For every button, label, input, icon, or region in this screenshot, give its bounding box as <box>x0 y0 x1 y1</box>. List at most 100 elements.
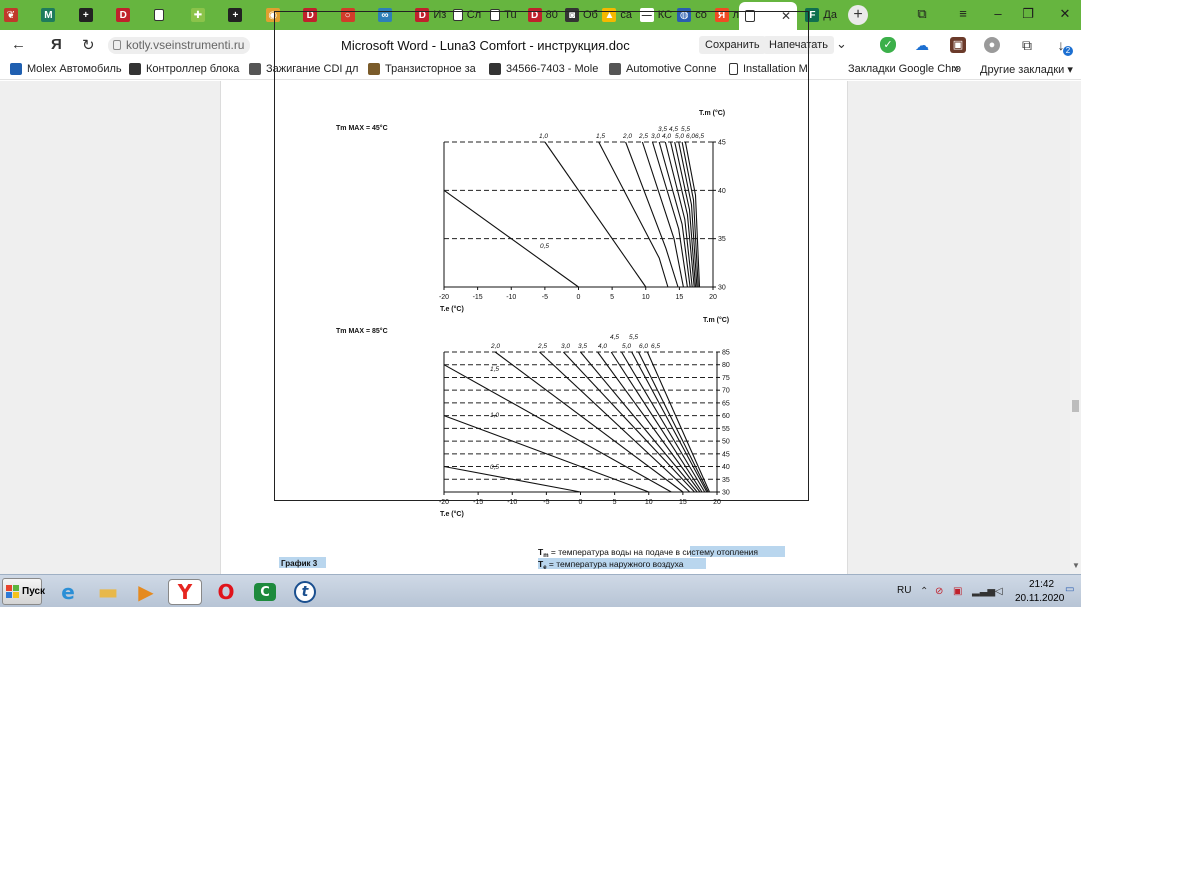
clock-time[interactable]: 21:42 <box>1029 579 1054 590</box>
series-label: 4,0 <box>598 343 607 350</box>
series-label: 0,5 <box>490 464 499 471</box>
series-label: 1,0 <box>539 133 548 140</box>
series-label: 6,5 <box>651 343 660 350</box>
series-label: 4,5 <box>610 334 619 341</box>
series-label: 3,5 <box>658 126 667 133</box>
x-tick-label: -5 <box>543 499 549 506</box>
x-tick-label: -15 <box>473 499 483 506</box>
series-line <box>625 141 679 288</box>
series-label: 5,5 <box>629 334 638 341</box>
y-tick-label: 60 <box>722 413 730 420</box>
series-label: 3,0 <box>561 343 570 350</box>
chart2-max-label: Tm MAX = 85°C <box>336 327 388 335</box>
start-label: Пуск <box>22 586 46 597</box>
taskbar-app-glyph: t <box>294 581 316 603</box>
series-line <box>494 351 684 493</box>
series-label: 4,0 <box>662 133 671 140</box>
y-tick-label: 50 <box>722 439 730 446</box>
y-tick-label: 30 <box>718 285 726 292</box>
x-tick-label: 10 <box>645 499 653 506</box>
document-text: Tm MAX = 45°C T.m (°C) T.e (°C) Tm MAX = 85… <box>279 109 785 571</box>
cs-app-icon[interactable]: C <box>252 579 278 605</box>
series-label: 5,0 <box>675 133 684 140</box>
x-tick-label: 15 <box>679 499 687 506</box>
chart1-y-axis-label: T.m (°C) <box>699 109 725 117</box>
taskbar-app-glyph: C <box>254 583 276 601</box>
tray-volume-icon[interactable]: ◁ <box>995 586 1003 597</box>
x-tick-label: 5 <box>613 499 617 506</box>
y-tick-label: 55 <box>722 426 730 433</box>
series-line <box>631 351 708 493</box>
chart2-y-axis-label: T.m (°C) <box>703 316 729 324</box>
series-label: 2,5 <box>537 343 547 350</box>
series-line <box>544 141 647 288</box>
x-tick-label: 10 <box>642 294 650 301</box>
chart2-x-axis-label: T.e (°C) <box>440 510 464 518</box>
series-label: 1,5 <box>490 366 499 373</box>
series-label: 5,0 <box>622 343 631 350</box>
x-tick-label: -20 <box>439 499 449 506</box>
tray-app-icon[interactable]: ▣ <box>953 586 962 597</box>
series-label: 3,0 <box>651 133 660 140</box>
x-tick-label: 20 <box>713 499 721 506</box>
x-tick-label: 15 <box>675 294 683 301</box>
series-label: 1,5 <box>596 133 605 140</box>
series-label: 4,5 <box>669 126 678 133</box>
yandex-browser-icon[interactable]: Y <box>168 579 202 605</box>
screen: ❦M+D✚+◉D○∞DИзСлTuD80◙Об▲са—КС◍соЯлу✕FДа+… <box>0 0 1081 607</box>
taskbar-app-glyph: ▬ <box>97 579 119 605</box>
y-tick-label: 75 <box>722 375 730 382</box>
x-tick-label: -10 <box>506 294 516 301</box>
y-tick-label: 35 <box>718 236 726 243</box>
teamviewer-icon[interactable]: t <box>292 579 318 605</box>
legend-te-text: = температура наружного воздуха <box>547 559 684 569</box>
series-line <box>539 351 691 493</box>
tray-network-icon[interactable]: ▂▃▅ <box>972 586 995 597</box>
x-tick-label: -15 <box>473 294 483 301</box>
language-indicator[interactable]: RU <box>897 585 911 596</box>
series-label: 3,5 <box>578 343 587 350</box>
media-player-icon[interactable]: ▶ <box>133 579 159 605</box>
clock-date[interactable]: 20.11.2020 <box>1015 593 1064 604</box>
y-tick-label: 35 <box>722 477 730 484</box>
y-tick-label: 65 <box>722 400 730 407</box>
folder-icon[interactable]: ▬ <box>95 579 121 605</box>
series-line <box>443 415 649 493</box>
tray-expand-icon[interactable]: ⌃ <box>920 586 928 597</box>
chart-tm45: -20 -15 -10 -5 0 5 10 15 2030 35 40 45 0,5 1,0 1,5 2,0 2… <box>439 126 726 301</box>
windows-logo-icon <box>6 585 19 598</box>
series-line <box>562 351 695 493</box>
taskbar: Пуск e ▬ ▶ Y O Ct RU ⌃ ⊘ ▣ ▂▃▅ ◁ 21:42 20.11.… <box>0 574 1081 607</box>
series-label: 5,5 <box>681 126 690 133</box>
y-tick-label: 45 <box>718 140 726 147</box>
chart1-x-axis-label: T.e (°C) <box>440 305 464 313</box>
series-line <box>580 351 698 493</box>
series-label: 6,0 <box>686 133 695 140</box>
series-label: 6,0 <box>639 343 648 350</box>
chart1-max-label: Tm MAX = 45°C <box>336 124 388 132</box>
x-tick-label: -20 <box>439 294 449 301</box>
opera-icon[interactable]: O <box>213 579 239 605</box>
y-tick-label: 40 <box>718 188 726 195</box>
legend-tm: Tm = температура воды на подаче в систем… <box>538 547 758 559</box>
series-label: 2,0 <box>490 343 500 350</box>
document-charts: -20 -15 -10 -5 0 5 10 15 20303540450,51,0 1,5 2,0 2… <box>279 109 785 571</box>
chart-tm85: -20 -15 -10 -5 0 5 10 15 2030 35 40 45 50 55 60 65 70 75 8… <box>439 334 730 506</box>
x-tick-label: 20 <box>709 294 717 301</box>
start-button[interactable]: Пуск <box>2 578 46 605</box>
legend-tm-text: = температура воды на подаче в системy о… <box>549 547 759 557</box>
x-tick-label: 0 <box>579 499 583 506</box>
chart-caption: График 3 <box>281 559 318 568</box>
taskbar-app-glyph: e <box>61 580 75 604</box>
ie-icon[interactable]: e <box>55 579 81 605</box>
taskbar-app-glyph: Y <box>177 580 193 604</box>
series-label: 6,5 <box>695 133 704 140</box>
series-line <box>641 141 684 288</box>
taskbar-app-glyph: O <box>217 580 235 604</box>
x-tick-label: -10 <box>507 499 517 506</box>
tray-antivirus-icon[interactable]: ⊘ <box>935 586 943 597</box>
y-tick-label: 70 <box>722 388 730 395</box>
show-desktop-icon[interactable]: ▭ <box>1065 584 1074 595</box>
series-label: 0,5 <box>540 243 549 250</box>
series-label: 2,0 <box>622 133 632 140</box>
